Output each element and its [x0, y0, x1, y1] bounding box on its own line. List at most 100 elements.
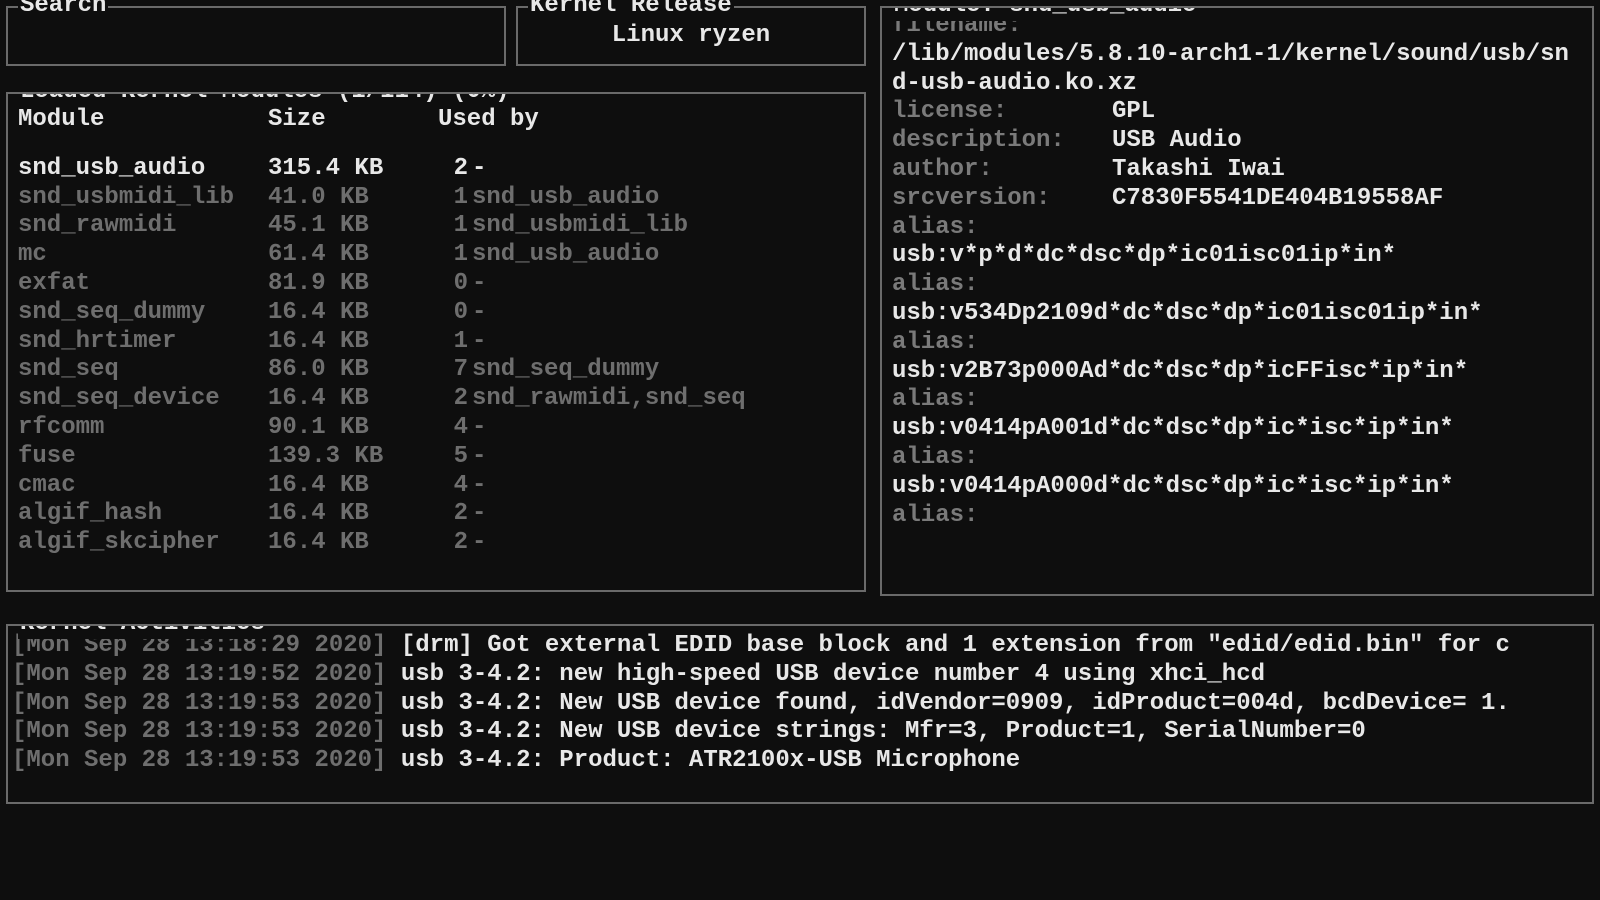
- detail-key: alias:: [892, 329, 978, 356]
- kernel-log-line: [Mon Sep 28 13:19:53 2020] usb 3-4.2: Ne…: [12, 718, 1588, 747]
- kernel-release-title: Kernel Release: [528, 0, 734, 21]
- module-row[interactable]: mc61.4 KB1 snd_usb_audio: [18, 241, 854, 270]
- detail-value: usb:v2B73p000Ad*dc*dsc*dp*icFFisc*ip*in*: [892, 358, 1582, 387]
- module-name: mc: [18, 241, 268, 270]
- module-size: 90.1 KB: [268, 414, 438, 443]
- log-timestamp: [Mon Sep 28 13:19:53 2020]: [12, 718, 386, 745]
- module-row[interactable]: fuse139.3 KB5 -: [18, 443, 854, 472]
- module-used-by: -: [472, 299, 854, 328]
- module-used-by: snd_rawmidi,snd_seq: [472, 385, 854, 414]
- detail-value: USB Audio: [1112, 127, 1582, 156]
- module-row[interactable]: snd_usbmidi_lib41.0 KB1 snd_usb_audio: [18, 184, 854, 213]
- module-used-by: snd_usb_audio: [472, 241, 854, 270]
- detail-key: author:: [892, 156, 1112, 185]
- module-row[interactable]: snd_seq86.0 KB7 snd_seq_dummy: [18, 356, 854, 385]
- module-used-count: 1: [438, 212, 468, 241]
- module-name: algif_skcipher: [18, 529, 268, 558]
- detail-value: usb:v*p*d*dc*dsc*dp*ic01isc01ip*in*: [892, 242, 1582, 271]
- detail-key: srcversion:: [892, 185, 1112, 214]
- module-used-count: 4: [438, 414, 468, 443]
- module-used-by: -: [472, 443, 854, 472]
- module-detail-panel: Module: snd_usb_audio filename:/lib/modu…: [880, 6, 1594, 596]
- search-panel: Search: [6, 6, 506, 66]
- module-row[interactable]: snd_seq_dummy16.4 KB0 -: [18, 299, 854, 328]
- detail-key: alias:: [892, 502, 978, 529]
- kernel-activities-panel: Kernel Activities [Mon Sep 28 13:18:29 2…: [6, 624, 1594, 804]
- log-message: usb 3-4.2: New USB device found, idVendo…: [401, 690, 1510, 717]
- module-size: 16.4 KB: [268, 328, 438, 357]
- module-used-count: 0: [438, 299, 468, 328]
- module-used-by: -: [472, 472, 854, 501]
- module-name: snd_usbmidi_lib: [18, 184, 268, 213]
- kernel-release-value: Linux ryzen: [612, 22, 770, 51]
- module-used-count: 4: [438, 472, 468, 501]
- module-name: cmac: [18, 472, 268, 501]
- col-header-size: Size: [268, 106, 438, 135]
- log-message: usb 3-4.2: New USB device strings: Mfr=3…: [401, 718, 1366, 745]
- detail-value: usb:v0414pA000d*dc*dsc*dp*ic*isc*ip*in*: [892, 473, 1582, 502]
- kernel-log-line: [Mon Sep 28 13:19:53 2020] usb 3-4.2: Pr…: [12, 747, 1588, 776]
- module-used-count: 0: [438, 270, 468, 299]
- detail-value: GPL: [1112, 98, 1582, 127]
- module-name: fuse: [18, 443, 268, 472]
- detail-key: alias:: [892, 386, 978, 413]
- module-row[interactable]: rfcomm90.1 KB4 -: [18, 414, 854, 443]
- kernel-activities-list[interactable]: [Mon Sep 28 13:18:29 2020] [drm] Got ext…: [12, 632, 1588, 776]
- module-row[interactable]: snd_hrtimer16.4 KB1 -: [18, 328, 854, 357]
- detail-key: alias:: [892, 444, 978, 471]
- module-size: 81.9 KB: [268, 270, 438, 299]
- module-row[interactable]: algif_skcipher16.4 KB2 -: [18, 529, 854, 558]
- module-name: snd_seq_device: [18, 385, 268, 414]
- detail-value: Takashi Iwai: [1112, 156, 1582, 185]
- module-row[interactable]: snd_rawmidi45.1 KB1 snd_usbmidi_lib: [18, 212, 854, 241]
- module-used-by: snd_seq_dummy: [472, 356, 854, 385]
- module-name: snd_seq_dummy: [18, 299, 268, 328]
- module-name: exfat: [18, 270, 268, 299]
- module-detail-body[interactable]: filename:/lib/modules/5.8.10-arch1-1/ker…: [892, 12, 1582, 530]
- kernel-release-panel: Kernel Release Linux ryzen: [516, 6, 866, 66]
- module-size: 45.1 KB: [268, 212, 438, 241]
- col-header-usedby: Used by: [438, 106, 854, 135]
- module-name: snd_seq: [18, 356, 268, 385]
- detail-key: alias:: [892, 271, 978, 298]
- module-used-count: 2: [438, 155, 468, 184]
- module-size: 86.0 KB: [268, 356, 438, 385]
- module-used-count: 1: [438, 184, 468, 213]
- module-name: rfcomm: [18, 414, 268, 443]
- modules-panel: Loaded Kernel Modules (1/114) (0%) Modul…: [6, 92, 866, 592]
- kernel-log-line: [Mon Sep 28 13:19:52 2020] usb 3-4.2: ne…: [12, 661, 1588, 690]
- kernel-activities-title: Kernel Activities: [18, 624, 267, 639]
- module-size: 16.4 KB: [268, 500, 438, 529]
- modules-list[interactable]: snd_usb_audio315.4 KB2 -snd_usbmidi_lib4…: [18, 155, 854, 558]
- module-used-count: 1: [438, 241, 468, 270]
- module-name: algif_hash: [18, 500, 268, 529]
- module-used-count: 2: [438, 385, 468, 414]
- log-message: usb 3-4.2: new high-speed USB device num…: [401, 661, 1265, 688]
- module-size: 61.4 KB: [268, 241, 438, 270]
- detail-value: C7830F5541DE404B19558AF: [1112, 185, 1582, 214]
- module-used-by: -: [472, 328, 854, 357]
- module-used-count: 2: [438, 500, 468, 529]
- log-timestamp: [Mon Sep 28 13:19:53 2020]: [12, 747, 386, 774]
- module-used-by: -: [472, 414, 854, 443]
- log-message: [drm] Got external EDID base block and 1…: [401, 632, 1510, 659]
- module-used-by: -: [472, 500, 854, 529]
- module-row[interactable]: snd_usb_audio315.4 KB2 -: [18, 155, 854, 184]
- module-used-count: 5: [438, 443, 468, 472]
- module-used-by: snd_usb_audio: [472, 184, 854, 213]
- module-size: 16.4 KB: [268, 529, 438, 558]
- kernel-log-line: [Mon Sep 28 13:19:53 2020] usb 3-4.2: Ne…: [12, 690, 1588, 719]
- module-row[interactable]: snd_seq_device16.4 KB2 snd_rawmidi,snd_s…: [18, 385, 854, 414]
- search-title: Search: [18, 0, 108, 21]
- module-used-count: 1: [438, 328, 468, 357]
- module-size: 16.4 KB: [268, 472, 438, 501]
- module-used-by: snd_usbmidi_lib: [472, 212, 854, 241]
- log-timestamp: [Mon Sep 28 13:19:53 2020]: [12, 690, 386, 717]
- module-size: 315.4 KB: [268, 155, 438, 184]
- module-row[interactable]: exfat81.9 KB0 -: [18, 270, 854, 299]
- modules-panel-title: Loaded Kernel Modules (1/114) (0%): [18, 92, 512, 107]
- module-row[interactable]: cmac16.4 KB4 -: [18, 472, 854, 501]
- module-size: 16.4 KB: [268, 299, 438, 328]
- module-row[interactable]: algif_hash16.4 KB2 -: [18, 500, 854, 529]
- module-used-by: -: [472, 529, 854, 558]
